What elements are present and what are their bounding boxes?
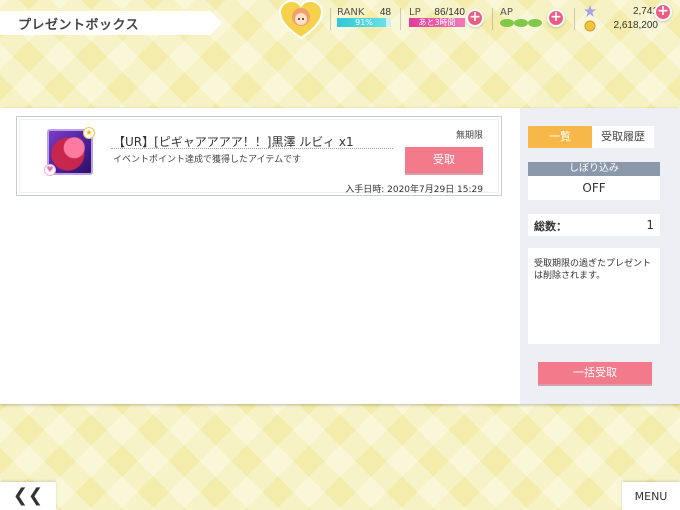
lp-indicator: LP 86/140 あと3時間	[409, 7, 465, 29]
total-count-label: 総数：	[534, 220, 567, 233]
bulk-receive-button[interactable]: 一括受取	[538, 362, 652, 384]
total-count-value: 1	[646, 218, 654, 232]
gold-count: 2,618,200	[613, 20, 659, 31]
header-separator	[574, 8, 575, 30]
back-button[interactable]: ❮❮	[0, 482, 56, 510]
menu-button[interactable]: MENU	[622, 482, 680, 510]
gift-list[interactable]: ★ ♥ 【UR】[ピギャアアアア！！]黒澤 ルビィ x1 イベントポイント達成で…	[0, 108, 520, 404]
lp-progress-bar: あと3時間	[409, 18, 465, 27]
profile-avatar[interactable]	[278, 0, 324, 40]
header-separator	[400, 8, 401, 30]
gift-expiry: 無期限	[455, 131, 483, 141]
ap-indicator: AP	[500, 7, 546, 29]
currency-panel: 2,741 2,618,200	[584, 4, 659, 32]
tab-list[interactable]: 一覧	[528, 126, 592, 148]
title-divider	[111, 148, 393, 149]
list-tabs: 一覧 受取履歴	[528, 126, 654, 148]
ap-plus-button[interactable]: +	[547, 9, 565, 27]
filter-label: しぼり込み	[528, 162, 660, 176]
lp-value: 86/140	[434, 7, 465, 18]
rank-progress-bar: 91%	[337, 18, 391, 27]
filter-value: OFF	[582, 181, 606, 195]
header-separator	[492, 8, 493, 30]
lp-label: LP	[409, 7, 421, 18]
filter-toggle[interactable]: しぼり込み OFF	[528, 162, 660, 200]
page-title: プレゼントボックス	[18, 18, 140, 33]
gem-plus-button[interactable]: +	[654, 3, 672, 21]
notice-box: 受取期限の過ぎたプレゼントは削除されます。	[528, 248, 660, 344]
notice-text: 受取期限の過ぎたプレゼントは削除されます。	[534, 259, 652, 281]
sidebar: 一覧 受取履歴 しぼり込み OFF 総数： 1 受取期限の過ぎたプレゼントは削除…	[520, 108, 680, 404]
receive-button[interactable]: 受取	[405, 147, 483, 173]
ap-leaves-icon	[500, 19, 542, 27]
tab-history[interactable]: 受取履歴	[592, 126, 654, 148]
lp-recovery-text: あと3時間	[418, 18, 456, 27]
gift-list-item[interactable]: ★ ♥ 【UR】[ピギャアアアア！！]黒澤 ルビィ x1 イベントポイント達成で…	[16, 116, 502, 196]
gold-coin-icon	[584, 20, 596, 32]
star-gem-icon	[584, 5, 596, 17]
rank-progress-text: 91%	[355, 18, 373, 27]
lp-plus-button[interactable]: +	[466, 9, 484, 27]
rank-indicator: RANK 48 91%	[337, 7, 391, 29]
rank-value: 48	[379, 7, 391, 18]
attribute-icon: ♥	[44, 164, 56, 176]
rarity-star-icon: ★	[83, 127, 95, 139]
page-title-banner: プレゼントボックス	[0, 11, 222, 35]
gift-description: イベントポイント達成で獲得したアイテムです	[113, 155, 302, 165]
gift-received-date: 入手日時: 2020年7月29日 15:29	[345, 185, 483, 195]
rank-label: RANK	[337, 7, 365, 18]
total-count: 総数： 1	[528, 214, 660, 236]
header-separator	[330, 8, 331, 30]
present-box-panel: ★ ♥ 【UR】[ピギャアアアア！！]黒澤 ルビィ x1 イベントポイント達成で…	[0, 108, 680, 404]
